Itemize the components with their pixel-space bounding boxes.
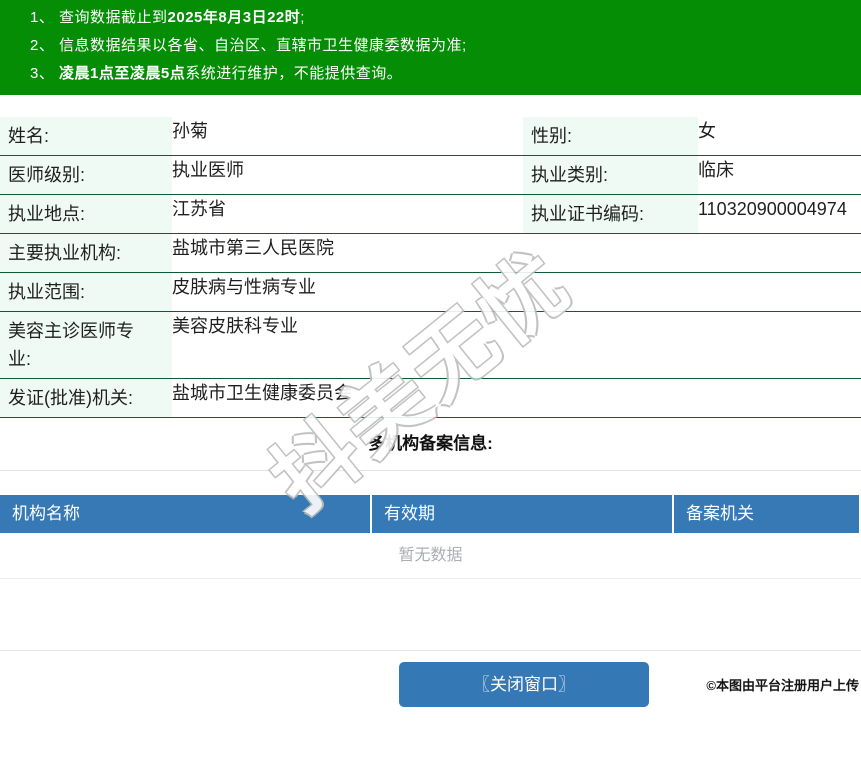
field-value: 盐城市卫生健康委员会	[172, 378, 861, 418]
column-header-institution: 机构名称	[0, 495, 370, 533]
empty-data-message: 暂无数据	[0, 533, 861, 579]
field-label: 发证(批准)机关:	[0, 378, 172, 418]
field-value: 江苏省	[172, 194, 523, 234]
table-row: 医师级别: 执业医师 执业类别: 临床	[0, 155, 861, 195]
platform-upload-stamp: ©本图由平台注册用户上传	[706, 678, 859, 693]
field-label: 美容主诊医师专业:	[0, 311, 172, 379]
field-label: 姓名:	[0, 117, 172, 156]
table-row: 执业范围: 皮肤病与性病专业	[0, 272, 861, 312]
field-label: 医师级别:	[0, 155, 172, 195]
table-row: 美容主诊医师专业: 美容皮肤科专业	[0, 311, 861, 379]
field-value: 美容皮肤科专业	[172, 311, 861, 379]
notice-banner: 1、 查询数据截止到2025年8月3日22时; 2、 信息数据结果以各省、自治区…	[0, 0, 861, 95]
field-label: 主要执业机构:	[0, 233, 172, 273]
field-label: 执业地点:	[0, 194, 172, 234]
field-value: 执业医师	[172, 155, 523, 195]
table-row: 姓名: 孙菊 性别: 女	[0, 117, 861, 156]
notice-line-1: 1、 查询数据截止到2025年8月3日22时;	[30, 9, 305, 26]
footer-bar: 〖关闭窗口〗 ©本图由平台注册用户上传	[0, 651, 861, 707]
field-label: 性别:	[523, 117, 698, 156]
column-header-authority: 备案机关	[672, 495, 859, 533]
field-label: 执业证书编码:	[523, 194, 698, 234]
field-label: 执业范围:	[0, 272, 172, 312]
field-label: 执业类别:	[523, 155, 698, 195]
filing-section-title: 多机构备案信息:	[0, 418, 861, 471]
field-value: 女	[698, 117, 861, 156]
column-header-validity: 有效期	[370, 495, 672, 533]
table-row: 发证(批准)机关: 盐城市卫生健康委员会	[0, 378, 861, 418]
doctor-info-table: 姓名: 孙菊 性别: 女 医师级别: 执业医师 执业类别: 临床 执业地点: 江…	[0, 117, 861, 418]
notice-line-2: 2、 信息数据结果以各省、自治区、直辖市卫生健康委数据为准;	[30, 37, 467, 54]
field-value: 110320900004974	[698, 194, 861, 234]
field-value: 临床	[698, 155, 861, 195]
field-value: 孙菊	[172, 117, 523, 156]
field-value: 盐城市第三人民医院	[172, 233, 861, 273]
filing-table-header: 机构名称 有效期 备案机关	[0, 495, 861, 533]
notice-line-3: 3、 凌晨1点至凌晨5点系统进行维护，不能提供查询。	[30, 65, 403, 82]
table-row: 执业地点: 江苏省 执业证书编码: 110320900004974	[0, 194, 861, 234]
field-value: 皮肤病与性病专业	[172, 272, 861, 312]
close-window-button[interactable]: 〖关闭窗口〗	[399, 662, 649, 707]
table-row: 主要执业机构: 盐城市第三人民医院	[0, 233, 861, 273]
